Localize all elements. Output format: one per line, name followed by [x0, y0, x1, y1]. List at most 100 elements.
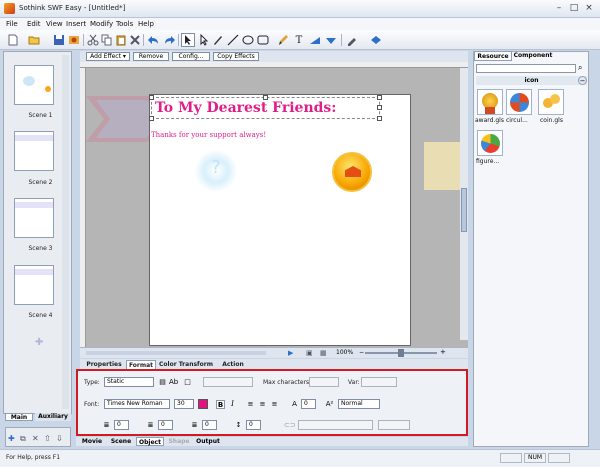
resource-item[interactable]: [538, 89, 564, 115]
subselect-icon[interactable]: [197, 33, 211, 47]
menu-modify[interactable]: Modify: [90, 20, 113, 28]
zoom-out-icon[interactable]: −: [359, 349, 364, 356]
right-margin-field[interactable]: 0: [202, 420, 217, 430]
resource-item[interactable]: [477, 89, 503, 115]
brush-icon[interactable]: [276, 33, 290, 47]
menu-file[interactable]: File: [6, 20, 18, 28]
menu-edit[interactable]: Edit: [27, 20, 41, 28]
tab-object[interactable]: Object: [136, 437, 164, 446]
menu-tools[interactable]: Tools: [116, 20, 133, 28]
new-icon[interactable]: [6, 33, 20, 47]
zoom-in-icon[interactable]: +: [440, 348, 446, 356]
text-color-swatch[interactable]: [198, 399, 208, 409]
text-box-icon[interactable]: ▤: [158, 378, 167, 387]
menu-view[interactable]: View: [46, 20, 63, 28]
cut-icon[interactable]: [86, 33, 100, 47]
oval-icon[interactable]: [241, 33, 255, 47]
resize-handle[interactable]: [377, 105, 382, 110]
undo-icon[interactable]: [146, 33, 160, 47]
maximize-button[interactable]: □: [567, 3, 581, 14]
grid-icon[interactable]: ▦: [320, 349, 327, 357]
fit-icon[interactable]: ▣: [306, 349, 313, 357]
eyedropper-icon[interactable]: [345, 33, 359, 47]
bold-button[interactable]: B: [216, 400, 225, 409]
resize-handle[interactable]: [377, 116, 382, 121]
add-icon[interactable]: ✚: [8, 434, 15, 443]
tab-movie[interactable]: Movie: [78, 437, 106, 446]
copy-icon[interactable]: [100, 33, 114, 47]
scene-thumbnail[interactable]: [14, 265, 54, 305]
scene-thumbnail[interactable]: [14, 131, 54, 171]
scrollbar-thumb[interactable]: [461, 188, 467, 232]
tab-output[interactable]: Output: [194, 437, 222, 446]
remove-button[interactable]: Remove: [133, 52, 169, 61]
add-scene-icon[interactable]: ✚: [35, 338, 45, 348]
selectable-icon[interactable]: Ab: [169, 378, 178, 387]
stage-subtext[interactable]: Thanks for your support always!: [151, 131, 266, 139]
play-icon[interactable]: ▶: [288, 349, 293, 357]
add-effect-button[interactable]: Add Effect ▾: [86, 52, 130, 61]
baseline-select[interactable]: Normal: [338, 399, 380, 409]
menu-insert[interactable]: Insert: [66, 20, 86, 28]
type-select[interactable]: Static: [104, 377, 154, 387]
tab-shape[interactable]: Shape: [166, 437, 192, 446]
resize-handle[interactable]: [149, 95, 154, 100]
publish-icon[interactable]: [67, 33, 81, 47]
rect-icon[interactable]: [256, 33, 270, 47]
resize-handle[interactable]: [149, 116, 154, 121]
config-button[interactable]: Config...: [172, 52, 210, 61]
move-down-icon[interactable]: ⇩: [56, 434, 63, 443]
collapse-icon[interactable]: −: [578, 76, 587, 85]
delete-scene-icon[interactable]: ✕: [32, 434, 39, 443]
duplicate-icon[interactable]: ⧉: [20, 434, 26, 444]
resource-group-header[interactable]: icon: [476, 76, 587, 85]
save-icon[interactable]: [52, 33, 66, 47]
tab-component[interactable]: Component: [513, 51, 553, 61]
paint-icon[interactable]: [324, 33, 338, 47]
resource-item[interactable]: [477, 130, 503, 156]
left-margin-field[interactable]: 0: [158, 420, 173, 430]
letter-spacing-field[interactable]: 0: [301, 399, 316, 409]
stage-horizontal-scrollbar[interactable]: [86, 351, 266, 355]
font-size-field[interactable]: 30: [174, 399, 194, 409]
minimize-button[interactable]: –: [552, 3, 566, 14]
indent-field[interactable]: 0: [114, 420, 129, 430]
delete-icon[interactable]: [128, 33, 142, 47]
line-spacing-field[interactable]: 0: [246, 420, 261, 430]
stage-heading-text[interactable]: To My Dearest Friends:: [155, 100, 336, 116]
border-icon[interactable]: □: [183, 378, 192, 387]
tab-resource[interactable]: Resource: [474, 51, 512, 61]
tab-main[interactable]: Main: [5, 413, 33, 421]
transform-icon[interactable]: [308, 33, 322, 47]
instance-field[interactable]: [203, 377, 253, 387]
redo-icon[interactable]: [163, 33, 177, 47]
open-icon[interactable]: [27, 33, 41, 47]
font-select[interactable]: Times New Roman: [104, 399, 170, 409]
fill-icon[interactable]: [369, 33, 383, 47]
resize-handle[interactable]: [377, 95, 382, 100]
search-icon[interactable]: ⌕: [578, 63, 588, 73]
resource-item[interactable]: [506, 89, 532, 115]
close-button[interactable]: ×: [582, 3, 596, 14]
menu-help[interactable]: Help: [138, 20, 154, 28]
scenes-scrollbar[interactable]: [62, 55, 69, 409]
select-icon[interactable]: [181, 33, 195, 47]
tab-scene[interactable]: Scene: [108, 437, 134, 446]
align-left-icon[interactable]: ≡: [246, 400, 255, 409]
tab-auxiliary[interactable]: Auxiliary: [35, 413, 71, 421]
var-field[interactable]: [361, 377, 397, 387]
text-icon[interactable]: T: [292, 33, 306, 47]
scene-thumbnail[interactable]: [14, 65, 54, 105]
pen-icon[interactable]: [211, 33, 225, 47]
paste-icon[interactable]: [114, 33, 128, 47]
line-icon[interactable]: [226, 33, 240, 47]
resource-search-input[interactable]: [476, 64, 576, 73]
zoom-slider-knob[interactable]: [398, 349, 404, 357]
align-center-icon[interactable]: ≡: [258, 400, 267, 409]
scene-thumbnail[interactable]: [14, 198, 54, 238]
move-up-icon[interactable]: ⇧: [44, 434, 51, 443]
max-characters-field[interactable]: [309, 377, 339, 387]
align-right-icon[interactable]: ≡: [270, 400, 279, 409]
link-field[interactable]: [298, 420, 373, 430]
italic-button[interactable]: I: [228, 400, 237, 409]
